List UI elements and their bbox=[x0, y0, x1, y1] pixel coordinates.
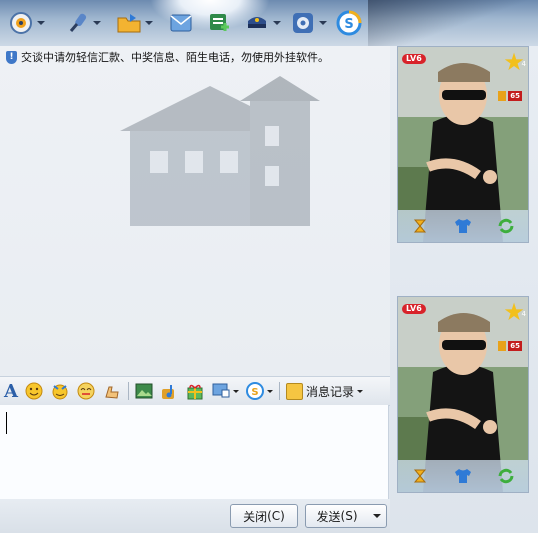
smiley-icon bbox=[25, 382, 43, 400]
s-logo-small-icon: S bbox=[245, 382, 264, 400]
s-service-button[interactable]: S bbox=[245, 380, 273, 402]
chat-history-area[interactable]: ! 交谈中请勿轻信汇款、中奖信息、陌生电话，勿使用外挂软件。 bbox=[0, 46, 390, 376]
close-button[interactable]: 关闭 (C) bbox=[230, 504, 298, 528]
gift-button[interactable] bbox=[185, 380, 205, 402]
hand-shake-icon bbox=[105, 386, 119, 399]
hourglass-button[interactable] bbox=[409, 216, 431, 236]
toolbar-separator bbox=[278, 382, 280, 400]
close-button-label: 关闭 bbox=[243, 509, 268, 524]
hourglass-icon bbox=[413, 469, 426, 483]
font-button[interactable]: A bbox=[4, 380, 18, 402]
refresh-icon bbox=[498, 468, 514, 484]
star-icon: ★ 4 bbox=[503, 298, 526, 326]
close-hotkey: (C) bbox=[267, 509, 285, 523]
police-hat-icon bbox=[244, 10, 270, 36]
microphone-button[interactable] bbox=[64, 8, 101, 38]
outfit-button[interactable] bbox=[452, 216, 474, 236]
message-log-icon bbox=[285, 382, 303, 400]
settings-app-button[interactable] bbox=[290, 8, 327, 38]
police-button[interactable] bbox=[244, 8, 281, 38]
outfit-button[interactable] bbox=[452, 466, 474, 486]
message-input[interactable] bbox=[0, 405, 389, 499]
send-button-label: 发送 bbox=[316, 509, 341, 524]
format-toolbar: A S 消息记录 bbox=[0, 376, 390, 406]
right-panel: LV6 ★ 4 65 LV6 ★ 4 65 bbox=[390, 46, 538, 533]
chevron-down-icon bbox=[356, 389, 363, 393]
screen-capture-icon bbox=[212, 383, 230, 398]
background-branches bbox=[368, 0, 538, 46]
s-logo-icon: S bbox=[336, 10, 362, 36]
scribble-button[interactable] bbox=[76, 380, 96, 402]
hourglass-icon bbox=[413, 219, 426, 233]
svg-text:S: S bbox=[344, 17, 353, 32]
s-logo-button[interactable]: S bbox=[336, 8, 362, 38]
self-video-panel[interactable]: LV6 ★ 4 65 bbox=[397, 296, 529, 493]
star-icon: ★ 4 bbox=[503, 48, 526, 76]
font-a-icon: A bbox=[4, 380, 18, 402]
music-button[interactable] bbox=[159, 380, 179, 402]
send-button[interactable]: 发送 (S) bbox=[305, 504, 369, 528]
shirt-icon bbox=[454, 219, 471, 233]
chevron-down-icon bbox=[373, 514, 381, 518]
gift-icon bbox=[187, 384, 203, 400]
add-contact-button[interactable] bbox=[206, 8, 232, 38]
volume-badge: 65 bbox=[498, 91, 522, 101]
hourglass-button[interactable] bbox=[409, 466, 431, 486]
avatar-action-bar bbox=[398, 460, 528, 492]
security-notice-text: 交谈中请勿轻信汇款、中奖信息、陌生电话，勿使用外挂软件。 bbox=[21, 51, 329, 64]
folder-icon bbox=[116, 10, 142, 36]
toolbar-separator bbox=[127, 382, 129, 400]
send-image-button[interactable] bbox=[135, 380, 153, 402]
text-caret bbox=[6, 412, 7, 434]
star-count: 4 bbox=[521, 60, 526, 68]
level-badge: LV6 bbox=[402, 304, 426, 314]
main-toolbar: S bbox=[0, 0, 538, 46]
shield-icon: ! bbox=[6, 50, 17, 64]
message-log-label: 消息记录 bbox=[305, 384, 354, 399]
shirt-icon bbox=[454, 469, 471, 483]
refresh-button[interactable] bbox=[495, 216, 517, 236]
avatar-action-bar bbox=[398, 210, 528, 242]
refresh-button[interactable] bbox=[495, 466, 517, 486]
emoticon-button[interactable] bbox=[24, 380, 44, 402]
add-contact-icon bbox=[206, 10, 232, 36]
speaker-icon bbox=[498, 91, 507, 101]
picture-icon bbox=[135, 383, 153, 399]
send-hotkey: (S) bbox=[340, 509, 358, 523]
badge-number: 65 bbox=[508, 341, 522, 351]
star-count: 4 bbox=[521, 310, 526, 318]
microphone-icon bbox=[64, 10, 90, 36]
speaker-icon bbox=[498, 341, 507, 351]
email-button[interactable] bbox=[168, 8, 194, 38]
send-file-button[interactable] bbox=[116, 8, 153, 38]
music-note-icon bbox=[161, 385, 174, 399]
security-notice: ! 交谈中请勿轻信汇款、中奖信息、陌生电话，勿使用外挂软件。 bbox=[6, 49, 329, 65]
screenshot-button[interactable] bbox=[211, 380, 239, 402]
sticker-face-icon bbox=[77, 382, 95, 400]
contact-video-panel[interactable]: LV6 ★ 4 65 bbox=[397, 46, 529, 243]
background-house-image bbox=[120, 76, 320, 226]
send-options-dropdown[interactable] bbox=[368, 504, 387, 528]
magic-face-icon bbox=[52, 384, 68, 400]
message-log-button[interactable]: 消息记录 bbox=[285, 382, 363, 400]
magic-emoticon-button[interactable] bbox=[50, 380, 70, 402]
webcam-icon bbox=[8, 10, 34, 36]
svg-text:S: S bbox=[251, 387, 258, 398]
badge-number: 65 bbox=[508, 91, 522, 101]
refresh-icon bbox=[498, 218, 514, 234]
shake-button[interactable] bbox=[102, 380, 122, 402]
settings-app-icon bbox=[290, 10, 316, 36]
level-badge: LV6 bbox=[402, 54, 426, 64]
email-icon bbox=[168, 10, 194, 36]
webcam-button[interactable] bbox=[8, 8, 45, 38]
bottom-bar: 关闭 (C) 发送 (S) bbox=[0, 499, 390, 533]
volume-badge: 65 bbox=[498, 341, 522, 351]
